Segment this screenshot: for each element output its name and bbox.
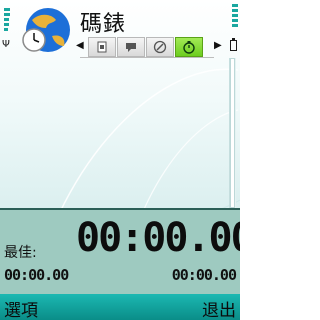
battery-icon [230,38,237,51]
tab-underline [80,57,214,58]
options-softkey[interactable]: 選項 [4,296,38,320]
best-label: 最佳: [4,245,37,261]
tab-alarm[interactable] [117,37,145,57]
lap-time: 00:00.00 [171,266,237,284]
tab-stopwatch[interactable] [175,37,203,57]
battery-bars [232,4,238,38]
compass-tab-icon [153,40,167,54]
tab-left-arrow-icon[interactable]: ◀ [76,40,84,51]
timer-panel: 00:00.00 最佳: 00:00.00 00:00.00 [0,208,240,294]
signal-bars [4,8,10,42]
stopwatch-tab-icon [183,41,195,54]
screen: Ψ 碼錶 ◀ ▶ 00:00.00 最佳: 00:00.00 00:00.00 … [0,0,240,320]
clock-app-icon [22,8,70,52]
stopwatch-time: 00:00.00 [76,215,240,261]
tab-compass[interactable] [146,37,174,57]
softkey-bar: 選項 退出 [0,294,240,320]
antenna-icon: Ψ [2,39,10,50]
scrollbar-thumb[interactable] [230,58,235,208]
alarm-tab-icon [126,43,136,52]
tab-bar [88,37,204,57]
tab-clock[interactable] [88,37,116,57]
best-time: 00:00.00 [4,266,69,284]
exit-softkey[interactable]: 退出 [202,296,236,320]
clock-tab-icon [97,41,107,53]
tab-right-arrow-icon[interactable]: ▶ [214,40,222,51]
app-title: 碼錶 [80,12,127,37]
